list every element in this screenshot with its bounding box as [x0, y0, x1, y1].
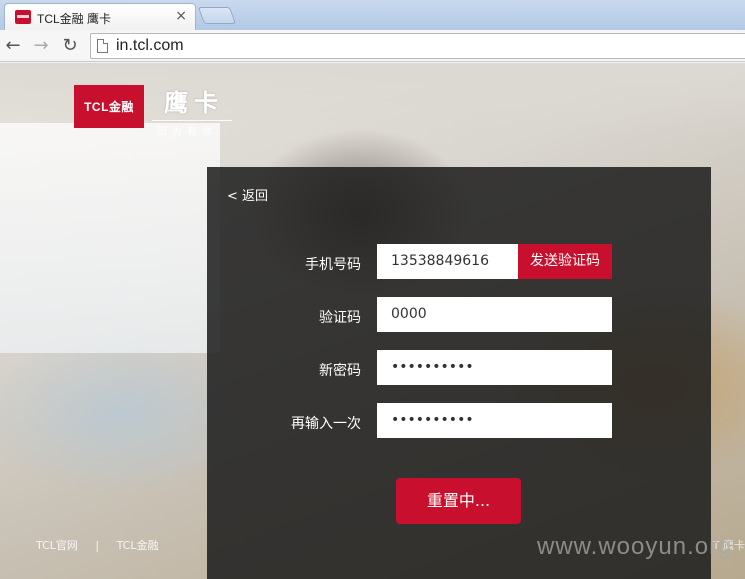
- page-icon: [97, 39, 108, 53]
- back-link[interactable]: < 返回: [227, 185, 268, 204]
- confirm-password-label: 再输入一次: [291, 416, 361, 432]
- brand-name: 鹰卡: [164, 89, 224, 117]
- footer-link-tcl-finance[interactable]: TCL金融: [117, 539, 159, 552]
- watermark: www.wooyun.org: [537, 533, 733, 560]
- footer-links: TCL官网 | TCL金融: [36, 537, 173, 553]
- footer-link-tcl[interactable]: TCL官网: [36, 539, 78, 552]
- browser-tabstrip: TCL金融 鹰卡 ×: [0, 0, 745, 30]
- footer-separator: |: [95, 539, 100, 552]
- new-password-input[interactable]: ••••••••••: [377, 350, 612, 385]
- close-icon[interactable]: ×: [175, 8, 187, 24]
- tcl-favicon-icon: [15, 10, 31, 24]
- page-background: TCL金融 鹰卡 因为有你 < 返回 手机号码 13538849616 发送验证…: [0, 63, 745, 579]
- browser-tab[interactable]: TCL金融 鹰卡 ×: [4, 3, 196, 30]
- send-code-button[interactable]: 发送验证码: [518, 244, 612, 279]
- tcl-logo[interactable]: TCL金融: [74, 85, 144, 128]
- reload-icon[interactable]: ↻: [59, 35, 81, 57]
- code-label: 验证码: [319, 310, 361, 326]
- brand-block: 鹰卡 因为有你: [152, 83, 232, 138]
- brand-divider: [152, 120, 232, 121]
- reset-submit-button[interactable]: 重置中...: [396, 478, 521, 524]
- confirm-password-input[interactable]: ••••••••••: [377, 403, 612, 438]
- forward-arrow-icon[interactable]: →: [30, 35, 52, 57]
- brand-slogan: 因为有你: [157, 127, 217, 138]
- back-arrow-icon[interactable]: ←: [2, 35, 24, 57]
- browser-toolbar: ← → ↻ in.tcl.com: [0, 30, 745, 62]
- code-input[interactable]: 0000: [377, 297, 612, 332]
- reset-password-panel: < 返回 手机号码 13538849616 发送验证码 验证码 0000 新密码…: [207, 167, 711, 579]
- tab-title: TCL金融 鹰卡: [37, 12, 112, 26]
- new-tab-button[interactable]: [197, 7, 237, 24]
- phone-label: 手机号码: [305, 257, 361, 273]
- phone-input[interactable]: 13538849616: [377, 244, 518, 279]
- new-password-label: 新密码: [319, 363, 361, 379]
- background-window: [0, 123, 220, 353]
- url-text: in.tcl.com: [116, 37, 184, 54]
- address-bar[interactable]: in.tcl.com: [90, 33, 745, 59]
